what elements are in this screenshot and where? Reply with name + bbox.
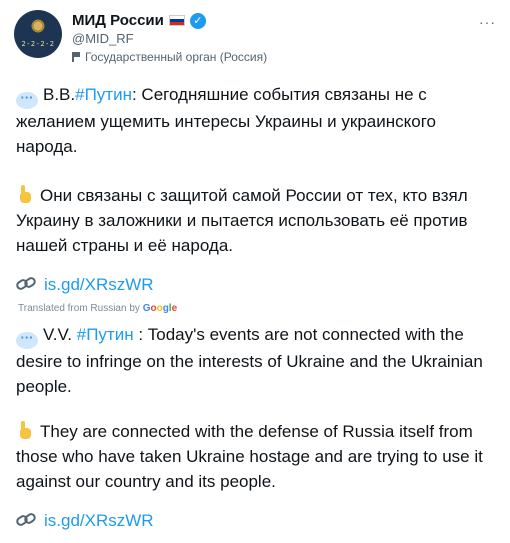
hashtag-link[interactable]: #Путин [75, 85, 132, 104]
translation-paragraph-2: They are connected with the defense of R… [16, 419, 498, 494]
name-line: МИД России ✓ [72, 12, 206, 29]
tweet-header: 2-2-2-2 МИД России ✓ @MID_RF Государстве… [14, 8, 500, 64]
tweet-paragraph-1: ··· В.В.#Путин: Сегодняшние события связа… [16, 82, 498, 159]
account-handle[interactable]: @MID_RF [72, 31, 134, 46]
more-options-button[interactable]: ··· [479, 14, 496, 30]
google-logo: Google [142, 303, 178, 314]
affiliation-label: Государственный орган (Россия) [72, 50, 267, 64]
russia-flag-icon [168, 15, 185, 26]
avatar[interactable]: 2-2-2-2 [14, 10, 62, 58]
translated-label: Translated from Russian by [18, 303, 140, 314]
emblem-icon [28, 16, 48, 36]
avatar-text: 2-2-2-2 [21, 40, 55, 48]
tweet-link[interactable]: is.gd/XRszWR [44, 275, 154, 294]
translation-attribution: Translated from Russian by Google [18, 303, 177, 314]
hashtag-link[interactable]: #Путин [77, 325, 134, 344]
link-icon [16, 276, 38, 292]
translation-paragraph-1: ··· V.V. #Путин : Today's events are not … [16, 322, 498, 399]
translation-p1-prefix: V.V. [43, 325, 73, 344]
affiliation-text: Государственный орган (Россия) [85, 50, 268, 64]
translation-link-line: is.gd/XRszWR [16, 508, 498, 533]
tweet-paragraph-2: Они связаны с защитой самой России от те… [16, 183, 498, 258]
flag-icon [72, 52, 80, 62]
display-name[interactable]: МИД России [72, 12, 164, 29]
tweet-p2-text: Они связаны с защитой самой России от те… [16, 186, 468, 255]
translation-link[interactable]: is.gd/XRszWR [44, 511, 154, 530]
speech-bubble-icon: ··· [16, 91, 38, 109]
translation-p2-text: They are connected with the defense of R… [16, 422, 483, 491]
pointing-hand-icon [18, 421, 32, 439]
link-icon [16, 512, 38, 528]
tweet-p1-prefix: В.В. [43, 85, 76, 104]
pointing-hand-icon [18, 185, 32, 203]
tweet-link-line: is.gd/XRszWR [16, 272, 498, 297]
speech-bubble-icon: ··· [16, 331, 38, 349]
verified-badge-icon: ✓ [189, 12, 206, 29]
